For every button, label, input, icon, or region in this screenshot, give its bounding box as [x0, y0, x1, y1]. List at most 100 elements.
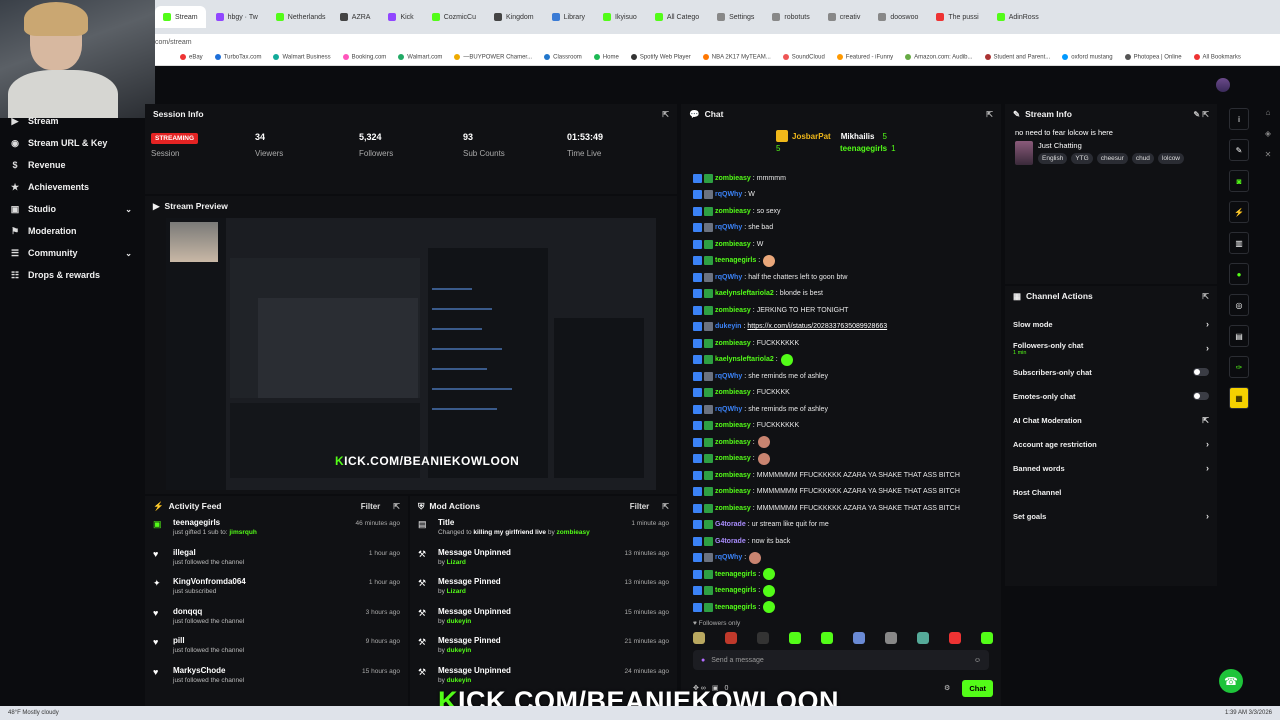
- chevron-right-icon[interactable]: ›: [1206, 439, 1209, 449]
- sidebar-item-moderation[interactable]: ⚑ Moderation: [0, 220, 142, 242]
- browser-tab[interactable]: Settings: [709, 6, 762, 28]
- sidebar-item-studio[interactable]: ▣ Studio ⌄: [0, 198, 142, 220]
- toggle-switch[interactable]: [1193, 392, 1209, 400]
- browser-tab[interactable]: All Catego: [647, 6, 707, 28]
- popout-icon[interactable]: ⇱: [986, 110, 993, 119]
- chevron-right-icon[interactable]: ›: [1206, 319, 1209, 329]
- trash-icon[interactable]: ▥: [1229, 232, 1249, 254]
- stream-tag[interactable]: YTG: [1071, 153, 1093, 164]
- channel-action-account-age-restriction[interactable]: Account age restriction ›: [1005, 432, 1217, 456]
- activity-item[interactable]: ♥ pill just followed the channel 9 hours ag…: [145, 636, 408, 666]
- emote-icon[interactable]: [821, 632, 833, 644]
- chat-message[interactable]: teenagegirls:: [693, 253, 993, 270]
- chat-username[interactable]: rqQWhy: [715, 274, 742, 281]
- user-avatar[interactable]: [1216, 78, 1230, 92]
- bookmark-item[interactable]: Student and Parent...: [984, 54, 1050, 61]
- chat-username[interactable]: rqQWhy: [715, 373, 742, 380]
- server-icon[interactable]: ▤: [1229, 325, 1249, 347]
- calendar-icon[interactable]: ▦: [1229, 387, 1249, 409]
- clock[interactable]: 1:39 AM 3/3/2026: [1225, 710, 1272, 716]
- stream-preview-video[interactable]: [166, 218, 656, 490]
- stream-tag[interactable]: chud: [1131, 153, 1154, 164]
- chevron-right-icon[interactable]: ›: [1206, 463, 1209, 473]
- chat-message[interactable]: rqQWhy: W: [693, 187, 993, 204]
- browser-tab[interactable]: CozmicCu: [424, 6, 484, 28]
- activity-item[interactable]: ♥ MarkysChode just followed the channel 15 …: [145, 666, 408, 696]
- emoji-icon[interactable]: ☺: [974, 657, 981, 664]
- popout-icon[interactable]: ⇱: [393, 502, 400, 511]
- chat-message[interactable]: zombieasy: FUCKKKKKK: [693, 418, 993, 435]
- chat-username[interactable]: zombieasy: [715, 439, 751, 446]
- chat-message[interactable]: rqQWhy: she reminds me of ashley: [693, 401, 993, 418]
- mod-action-item[interactable]: ⚒ Message Unpinned by dukeyin 15 minutes ag…: [410, 607, 677, 637]
- popout-icon[interactable]: ⇱: [1202, 292, 1209, 301]
- chat-username[interactable]: G4torade: [715, 521, 746, 528]
- chat-message[interactable]: G4torade: now its back: [693, 533, 993, 550]
- chat-username[interactable]: zombieasy: [715, 340, 751, 347]
- channel-action-ai-chat-moderation[interactable]: AI Chat Moderation ⇱: [1005, 408, 1217, 432]
- channel-action-emotes-only-chat[interactable]: Emotes-only chat: [1005, 384, 1217, 408]
- external-link-icon[interactable]: ⇱: [1202, 416, 1209, 425]
- pencil-icon[interactable]: ✎: [1229, 139, 1249, 161]
- channel-action-host-channel[interactable]: Host Channel: [1005, 480, 1217, 504]
- browser-tab[interactable]: Kick: [380, 6, 421, 28]
- chevron-right-icon[interactable]: ›: [1206, 343, 1209, 353]
- mod-action-item[interactable]: ⚒ Message Pinned by Lizard 13 minutes ago: [410, 577, 677, 607]
- bookmark-item[interactable]: oxford mustang: [1062, 54, 1113, 61]
- chat-send-button[interactable]: Chat: [962, 679, 993, 697]
- chat-message[interactable]: G4torade: ur stream like quit for me: [693, 517, 993, 534]
- activity-item[interactable]: ♥ donqqq just followed the channel 3 hours …: [145, 607, 408, 637]
- chat-username[interactable]: zombieasy: [715, 455, 751, 462]
- activity-item[interactable]: ▣ teenagegirls just gifted 1 sub to: jimsr…: [145, 518, 408, 548]
- chat-username[interactable]: zombieasy: [715, 208, 751, 215]
- mic-icon[interactable]: ●: [701, 657, 705, 664]
- emote-icon[interactable]: [725, 632, 737, 644]
- chat-username[interactable]: rqQWhy: [715, 406, 742, 413]
- chat-link[interactable]: https://x.com/i/status/20283376350899286…: [747, 323, 887, 330]
- bookmark-item[interactable]: Spotify Web Player: [630, 54, 691, 61]
- chat-message[interactable]: zombieasy: JERKING TO HER TONIGHT: [693, 302, 993, 319]
- bookmark-item[interactable]: TurboTax.com: [214, 54, 261, 61]
- chat-username[interactable]: zombieasy: [715, 307, 751, 314]
- emote-icon[interactable]: [693, 632, 705, 644]
- bookmark-item[interactable]: —BUYPOWER Chamer...: [454, 54, 532, 61]
- edit-icon[interactable]: ✎ ⇱: [1193, 110, 1209, 119]
- chat-message[interactable]: zombieasy: W: [693, 236, 993, 253]
- browser-tab[interactable]: creativ: [820, 6, 869, 28]
- bookmark-item[interactable]: Booking.com: [342, 54, 386, 61]
- chat-message[interactable]: rqQWhy:: [693, 550, 993, 567]
- chat-message[interactable]: zombieasy:: [693, 451, 993, 468]
- chat-username[interactable]: rqQWhy: [715, 191, 742, 198]
- chat-message[interactable]: zombieasy: FUCKKKKKK: [693, 335, 993, 352]
- bookmark-item[interactable]: SoundCloud: [782, 54, 825, 61]
- channel-action-set-goals[interactable]: Set goals ›: [1005, 504, 1217, 528]
- chat-message[interactable]: zombieasy: so sexy: [693, 203, 993, 220]
- channel-action-banned-words[interactable]: Banned words ›: [1005, 456, 1217, 480]
- tag-icon[interactable]: ◈: [1265, 129, 1271, 138]
- chat-username[interactable]: zombieasy: [715, 505, 751, 512]
- popout-icon[interactable]: ⇱: [662, 110, 669, 119]
- chat-username[interactable]: teenagegirls: [715, 257, 756, 264]
- info-icon[interactable]: i: [1229, 108, 1249, 130]
- chat-message[interactable]: kaelynsleftariola2:: [693, 352, 993, 369]
- bookmark-item[interactable]: All Bookmarks: [1193, 54, 1241, 61]
- mod-action-item[interactable]: ⚒ Message Pinned by dukeyin 21 minutes ago: [410, 636, 677, 666]
- support-chat-button[interactable]: ☎: [1219, 669, 1243, 693]
- mod-action-item[interactable]: ▤ Title Changed to killing my girlfriend l…: [410, 518, 677, 548]
- camera-icon[interactable]: ◙: [1229, 170, 1249, 192]
- popout-icon[interactable]: ⇱: [662, 502, 669, 511]
- settings-icon[interactable]: ⚙: [944, 684, 950, 692]
- toggle-switch[interactable]: [1193, 368, 1209, 376]
- filter-button[interactable]: Filter: [361, 502, 381, 511]
- emote-icon[interactable]: [981, 632, 993, 644]
- chat-username[interactable]: zombieasy: [715, 488, 751, 495]
- chat-username[interactable]: G4torade: [715, 538, 746, 545]
- home-icon[interactable]: ⌂: [1266, 108, 1271, 117]
- emote-icon[interactable]: [853, 632, 865, 644]
- bookmark-item[interactable]: Home: [593, 54, 619, 61]
- stream-tag[interactable]: cheesur: [1096, 153, 1128, 164]
- chat-input[interactable]: ● Send a message ☺: [693, 650, 989, 670]
- chat-username[interactable]: teenagegirls: [715, 604, 756, 611]
- chat-message[interactable]: dukeyin: https://x.com/i/status/202833763…: [693, 319, 993, 336]
- chevron-down-icon[interactable]: ⌄: [125, 249, 132, 258]
